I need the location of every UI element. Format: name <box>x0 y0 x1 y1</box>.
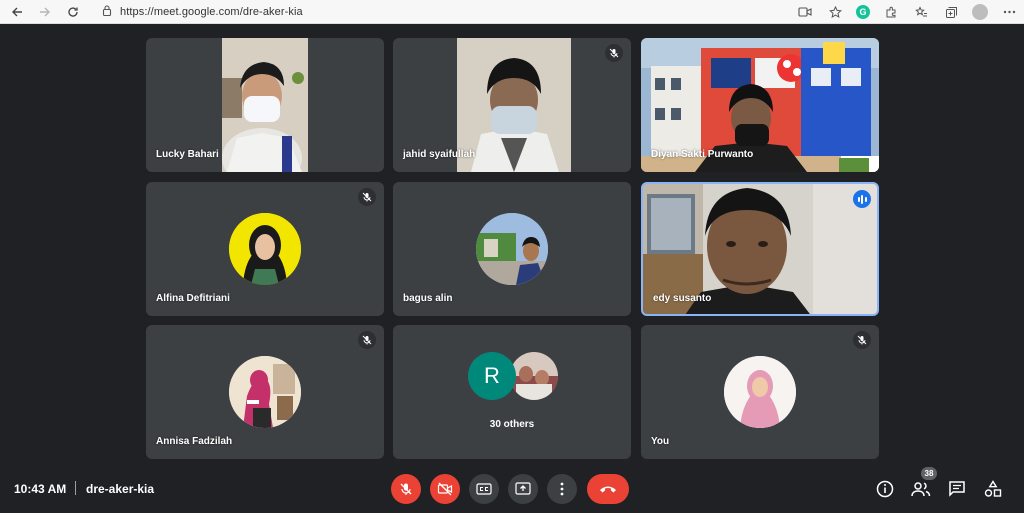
meeting-code: dre-aker-kia <box>86 482 155 496</box>
chat-button[interactable] <box>946 478 968 500</box>
present-screen-button[interactable] <box>508 474 538 504</box>
divider <box>75 481 76 495</box>
participant-name: jahid syaifullah <box>403 149 476 160</box>
meeting-time: 10:43 AM <box>14 482 67 496</box>
participant-count-badge: 38 <box>921 467 937 480</box>
more-options-button[interactable] <box>547 474 577 504</box>
hang-up-icon <box>600 486 616 493</box>
more-vertical-icon <box>560 482 564 496</box>
participant-tile[interactable]: Alfina Defitriani <box>146 182 384 316</box>
favorites-icon[interactable] <box>912 3 930 21</box>
participant-name: Annisa Fadzilah <box>156 436 233 447</box>
speaking-indicator-icon <box>853 190 871 208</box>
microphone-toggle-button[interactable] <box>391 474 421 504</box>
camera-icon[interactable] <box>796 3 814 21</box>
participant-tile[interactable]: Lucky Bahari <box>146 38 384 172</box>
participant-name: edy susanto <box>653 293 712 304</box>
back-arrow-icon <box>12 7 22 16</box>
participant-tile[interactable]: Diyan Sakti Purwanto <box>641 38 879 172</box>
info-icon <box>876 480 894 498</box>
participant-name: bagus alin <box>403 293 453 304</box>
mic-off-icon <box>605 44 623 62</box>
address-bar[interactable]: https://meet.google.com/dre-aker-kia <box>120 6 303 18</box>
participant-name: Alfina Defitriani <box>156 293 230 304</box>
others-count-label: 30 others <box>489 419 535 430</box>
others-tile[interactable]: R 30 others <box>393 325 631 459</box>
mic-off-icon <box>358 188 376 206</box>
reload-button[interactable] <box>62 1 84 23</box>
captions-button[interactable] <box>469 474 499 504</box>
meeting-details-button[interactable] <box>874 478 896 500</box>
participant-tile[interactable]: jahid syaifullah <box>393 38 631 172</box>
people-icon <box>911 482 931 497</box>
collections-icon[interactable] <box>942 3 960 21</box>
leave-call-button[interactable] <box>587 474 629 504</box>
mic-off-icon <box>358 331 376 349</box>
participant-tile[interactable]: bagus alin <box>393 182 631 316</box>
back-button[interactable] <box>6 1 28 23</box>
grammarly-icon[interactable]: G <box>856 5 870 19</box>
mic-off-icon <box>853 331 871 349</box>
participant-name: You <box>651 436 670 447</box>
participant-avatar <box>229 356 301 428</box>
activities-button[interactable] <box>982 478 1004 500</box>
forward-arrow-icon <box>40 7 50 16</box>
participant-name: Diyan Sakti Purwanto <box>651 149 754 160</box>
chat-icon <box>949 481 965 497</box>
browser-toolbar: https://meet.google.com/dre-aker-kia G <box>0 0 1024 24</box>
activities-icon <box>984 480 1002 497</box>
participant-avatar <box>476 213 548 285</box>
more-options-icon[interactable] <box>1000 3 1018 21</box>
others-avatar-photo <box>510 352 558 400</box>
participant-video <box>222 38 308 172</box>
self-tile[interactable]: You <box>641 325 879 459</box>
camera-off-icon <box>437 482 453 496</box>
lock-icon[interactable] <box>102 4 112 19</box>
forward-button[interactable] <box>34 1 56 23</box>
participant-avatar <box>229 213 301 285</box>
present-icon <box>515 482 531 495</box>
participant-name: Lucky Bahari <box>156 149 219 160</box>
favorite-star-icon[interactable] <box>826 3 844 21</box>
participants-button[interactable] <box>910 478 932 500</box>
closed-captions-icon <box>476 483 492 495</box>
profile-avatar[interactable] <box>972 4 988 20</box>
reload-icon <box>68 6 78 17</box>
self-avatar <box>724 356 796 428</box>
mic-off-icon <box>400 483 412 495</box>
participant-tile-active-speaker[interactable]: edy susanto <box>641 182 879 316</box>
extensions-icon[interactable] <box>882 3 900 21</box>
camera-toggle-button[interactable] <box>430 474 460 504</box>
participant-tile[interactable]: Annisa Fadzilah <box>146 325 384 459</box>
others-avatar-initial: R <box>468 352 516 400</box>
